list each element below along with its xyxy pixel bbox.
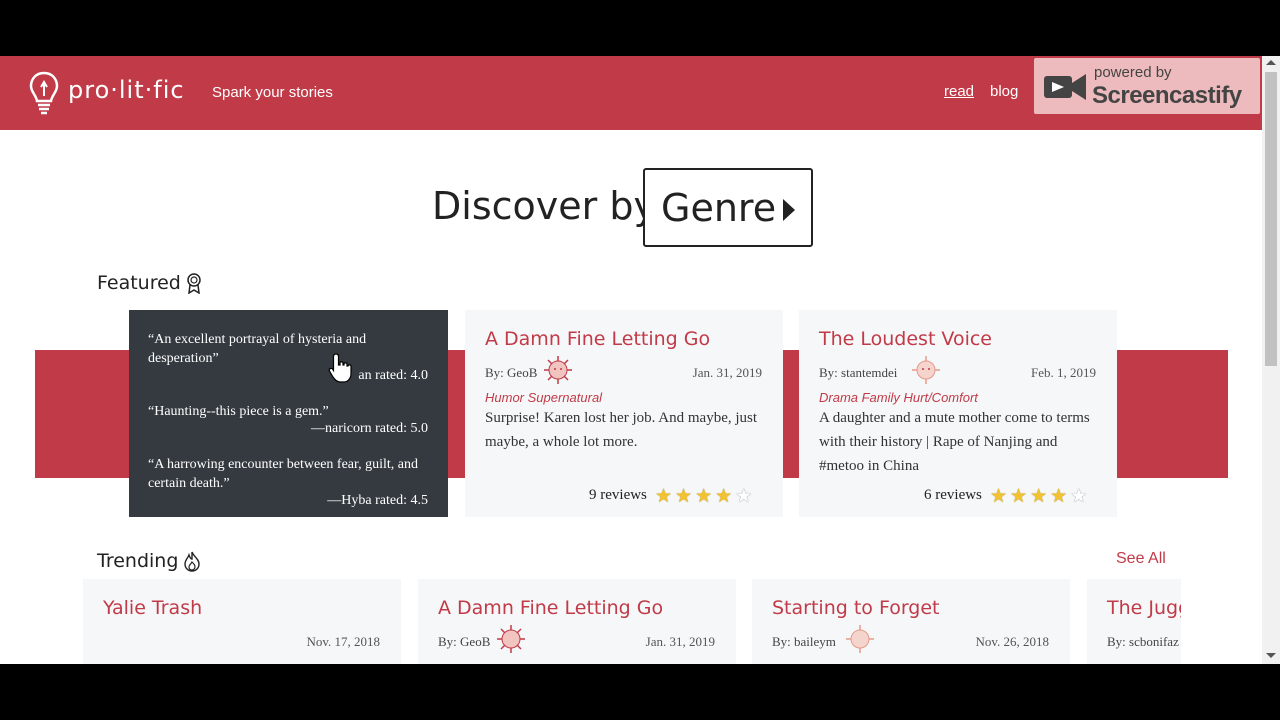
- caret-right-icon: [783, 199, 795, 221]
- story-genres[interactable]: Drama Family Hurt/Comfort: [819, 390, 978, 405]
- trending-story-card[interactable]: The Jugg By: scbonifaz: [1087, 579, 1181, 664]
- story-date: Jan. 31, 2019: [692, 365, 762, 380]
- scrollbar-thumb[interactable]: [1265, 72, 1277, 366]
- quote-text: “An excellent portrayal of hysteria and …: [148, 332, 367, 366]
- browser-viewport: pro·lit·fic Spark your stories read blog…: [0, 56, 1280, 664]
- story-author[interactable]: By: baileym: [772, 634, 836, 650]
- quote-text: “A harrowing encounter between fear, gui…: [148, 457, 418, 491]
- author-avatar-icon[interactable]: [543, 355, 573, 385]
- quote-attribution: an rated: 4.0: [358, 368, 428, 383]
- nav-blog-link[interactable]: blog: [990, 83, 1018, 100]
- screencastify-watermark: powered by Screencastify: [1034, 58, 1260, 114]
- see-all-link[interactable]: See All: [1116, 550, 1166, 568]
- author-avatar-icon[interactable]: [845, 624, 875, 654]
- nav-read-link[interactable]: read: [944, 83, 974, 100]
- author-avatar-icon[interactable]: [911, 355, 941, 385]
- review-count[interactable]: 6 reviews: [924, 487, 982, 504]
- trending-story-card[interactable]: Starting to Forget By: baileym Nov. 26, …: [752, 579, 1070, 664]
- trending-heading: Trending: [97, 550, 179, 572]
- star-full-icon: ★: [1010, 486, 1031, 507]
- quote-attribution: —naricorn rated: 5.0: [310, 421, 428, 436]
- story-title-link[interactable]: The Jugg: [1107, 597, 1181, 619]
- story-title-link[interactable]: A Damn Fine Letting Go: [485, 328, 710, 350]
- story-title-link[interactable]: The Loudest Voice: [819, 328, 992, 350]
- star-full-icon: ★: [1030, 486, 1051, 507]
- quote-attribution: —Hyba rated: 4.5: [327, 493, 428, 508]
- story-author[interactable]: By: scbonifaz: [1107, 634, 1179, 650]
- story-date: Nov. 26, 2018: [975, 634, 1049, 649]
- star-rating: ★★★★★: [655, 485, 755, 508]
- featured-story-card[interactable]: The Loudest Voice By: stantemdei Feb. 1,…: [799, 310, 1117, 517]
- star-full-icon: ★: [655, 486, 676, 507]
- star-full-icon: ★: [675, 486, 696, 507]
- story-title-link[interactable]: Yalie Trash: [103, 597, 202, 619]
- watermark-small-text: powered by: [1094, 64, 1172, 81]
- genre-selector-button[interactable]: Genre: [643, 168, 813, 247]
- genre-label: Genre: [661, 186, 777, 230]
- watermark-brand-text: Screencastify: [1092, 82, 1242, 109]
- story-description: Surprise! Karen lost her job. And maybe,…: [485, 410, 758, 450]
- story-date: Jan. 31, 2019: [645, 634, 715, 649]
- vertical-scrollbar[interactable]: [1262, 56, 1280, 664]
- story-date: Feb. 1, 2019: [1031, 365, 1096, 380]
- review-count[interactable]: 9 reviews: [589, 487, 647, 504]
- star-full-icon: ★: [1050, 486, 1071, 507]
- flame-icon: [184, 551, 200, 572]
- story-description: A daughter and a mute mother come to ter…: [819, 410, 1090, 474]
- discover-heading: Discover by: [432, 184, 656, 228]
- story-date: Nov. 17, 2018: [306, 634, 380, 649]
- brand-name[interactable]: pro·lit·fic: [68, 76, 185, 104]
- featured-story-card[interactable]: A Damn Fine Letting Go By: GeoB Jan. 31,…: [465, 310, 783, 517]
- story-title-link[interactable]: Starting to Forget: [772, 597, 940, 619]
- story-title-link[interactable]: A Damn Fine Letting Go: [438, 597, 663, 619]
- quote-text: “Haunting--this piece is a gem.”: [148, 404, 329, 419]
- star-rating: ★★★★★: [990, 485, 1090, 508]
- star-empty-icon: ★: [1070, 486, 1091, 507]
- tagline: Spark your stories: [212, 84, 333, 101]
- hand-pointer-cursor-icon: [328, 353, 352, 383]
- star-full-icon: ★: [990, 486, 1011, 507]
- trending-story-card[interactable]: A Damn Fine Letting Go By: GeoB Jan. 31,…: [418, 579, 736, 664]
- author-avatar-icon[interactable]: [496, 624, 526, 654]
- scroll-down-arrow-icon[interactable]: [1266, 653, 1276, 658]
- featured-heading: Featured: [97, 272, 181, 294]
- story-author[interactable]: By: GeoB: [485, 365, 537, 381]
- award-icon: [187, 273, 201, 294]
- trending-story-card[interactable]: Yalie Trash Nov. 17, 2018: [83, 579, 401, 664]
- lightbulb-logo-icon[interactable]: [28, 70, 60, 116]
- star-full-icon: ★: [715, 486, 736, 507]
- star-empty-icon: ★: [735, 486, 756, 507]
- scroll-up-arrow-icon[interactable]: [1266, 60, 1276, 65]
- star-full-icon: ★: [695, 486, 716, 507]
- video-camera-icon: [1044, 74, 1086, 100]
- story-author[interactable]: By: GeoB: [438, 634, 490, 650]
- featured-quotes-panel: “An excellent portrayal of hysteria and …: [129, 310, 448, 517]
- story-author[interactable]: By: stantemdei: [819, 365, 897, 381]
- story-genres[interactable]: Humor Supernatural: [485, 390, 602, 405]
